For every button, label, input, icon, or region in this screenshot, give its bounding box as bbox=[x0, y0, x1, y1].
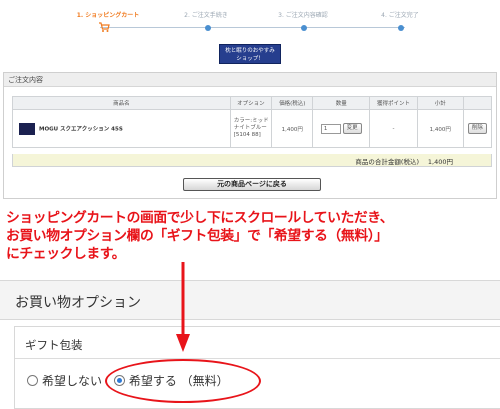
instruction-line-1: ショッピングカートの画面で少し下にスクロールしていただき、 bbox=[6, 210, 394, 226]
points-cell: - bbox=[369, 109, 418, 148]
step-cart: 1. ショッピングカート bbox=[76, 12, 140, 19]
total-row: 商品の合計金額(税込) 1,400円 bbox=[12, 154, 492, 167]
col-product: 商品名 bbox=[12, 96, 231, 110]
change-quantity-button[interactable]: 変更 bbox=[342, 123, 362, 134]
col-subtotal: 小計 bbox=[416, 96, 464, 110]
order-table-header: 商品名 オプション 価格(税込) 数量 獲得ポイント 小計 bbox=[12, 96, 493, 110]
step-dot-3 bbox=[301, 25, 307, 31]
gift-no-label[interactable]: 希望しない bbox=[42, 374, 102, 388]
order-panel: ご注文内容 商品名 オプション 価格(税込) 数量 獲得ポイント 小計 MOGU… bbox=[3, 72, 497, 199]
col-option: オプション bbox=[229, 96, 273, 110]
subtotal-cell: 1,400円 bbox=[416, 109, 464, 148]
instruction-line-3: にチェックします。 bbox=[6, 246, 126, 262]
table-row: MOGU スクエアクッション 45S カラー:ミッドナイトブルー[5104 88… bbox=[12, 109, 493, 148]
delete-button[interactable]: 削除 bbox=[467, 123, 487, 134]
total-label: 商品の合計金額(税込) bbox=[355, 158, 419, 166]
promo-line-1: 枕と眠りのおやすみ bbox=[225, 48, 275, 54]
steps-connector bbox=[100, 27, 405, 28]
product-name[interactable]: MOGU スクエアクッション 45S bbox=[39, 126, 123, 132]
instruction-text: ショッピングカートの画面で少し下にスクロールしていただき、 お買い物オプション欄… bbox=[6, 209, 500, 263]
highlight-ellipse bbox=[105, 359, 261, 403]
promo-line-2: ショップ！ bbox=[236, 56, 264, 62]
col-delete bbox=[462, 96, 493, 110]
back-to-product-button[interactable]: 元の商品ページに戻る bbox=[183, 178, 321, 191]
option-cell: カラー:ミッドナイトブルー[5104 88] bbox=[229, 109, 273, 148]
checkout-steps: 1. ショッピングカート 2. ご注文手続き 3. ご注文内容確認 4. ご注文… bbox=[0, 0, 500, 40]
total-value: 1,400円 bbox=[427, 158, 453, 166]
step-complete: 4. ご注文完了 bbox=[381, 12, 419, 19]
shopping-option-title: お買い物オプション bbox=[15, 295, 141, 311]
instruction-line-2: お買い物オプション欄の「ギフト包装」で「希望する（無料）」 bbox=[6, 228, 388, 244]
product-thumbnail[interactable] bbox=[19, 122, 35, 135]
step-procedure: 2. ご注文手続き bbox=[184, 12, 228, 19]
order-table: 商品名 オプション 価格(税込) 数量 獲得ポイント 小計 MOGU スクエアク… bbox=[12, 96, 493, 148]
col-quantity: 数量 bbox=[312, 96, 371, 110]
gift-wrap-panel: ギフト包装 希望しない 希望する （無料） bbox=[14, 326, 500, 409]
step-confirm: 3. ご注文内容確認 bbox=[278, 12, 328, 19]
product-cell: MOGU スクエアクッション 45S bbox=[12, 109, 231, 148]
gift-no-radio[interactable] bbox=[27, 375, 38, 386]
quantity-cell: 1 変更 bbox=[312, 109, 371, 148]
shopping-option-header: お買い物オプション bbox=[0, 280, 500, 320]
step-dot-2 bbox=[205, 25, 211, 31]
cart-icon bbox=[99, 22, 110, 32]
order-panel-title: ご注文内容 bbox=[4, 73, 496, 87]
col-price: 価格(税込) bbox=[271, 96, 314, 110]
delete-cell: 削除 bbox=[462, 109, 493, 148]
quantity-input[interactable]: 1 bbox=[320, 123, 341, 134]
gift-wrap-title: ギフト包装 bbox=[25, 338, 83, 352]
col-points: 獲得ポイント bbox=[369, 96, 418, 110]
price-cell: 1,400円 bbox=[271, 109, 314, 148]
step-dot-4 bbox=[398, 25, 404, 31]
gift-divider bbox=[15, 358, 500, 359]
promo-banner[interactable]: 枕と眠りのおやすみ ショップ！ bbox=[219, 44, 281, 64]
